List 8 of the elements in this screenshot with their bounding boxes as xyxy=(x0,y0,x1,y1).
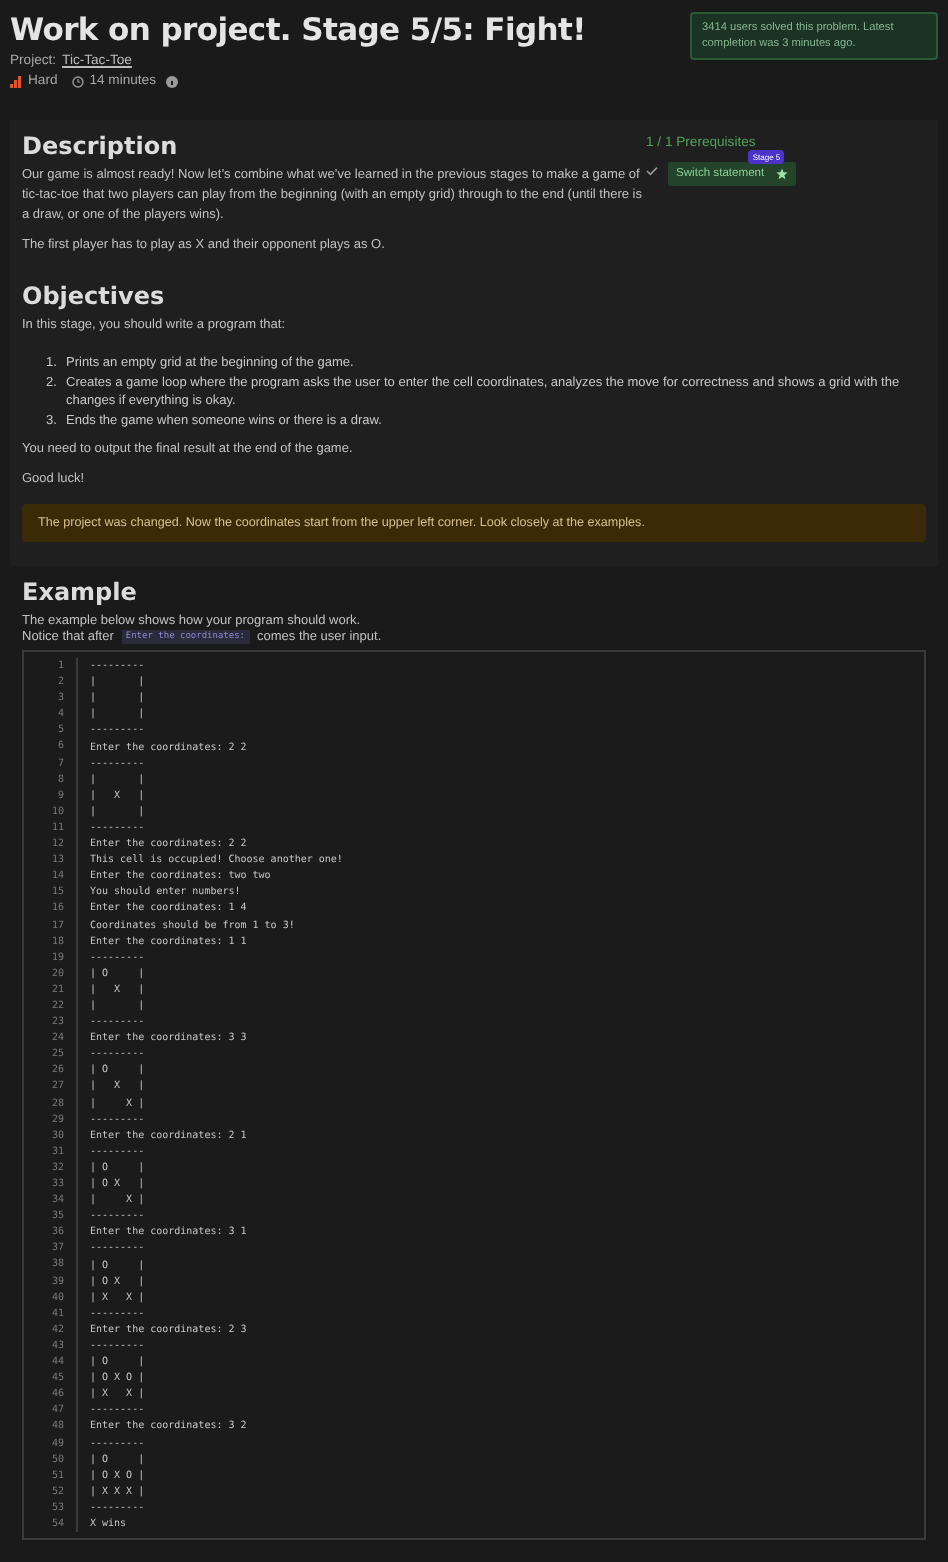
page-title: Work on project. Stage 5/5: Fight! xyxy=(10,12,586,48)
clock-icon xyxy=(71,75,84,87)
section-heading: Example xyxy=(22,578,139,606)
help-icon[interactable] xyxy=(165,75,178,87)
section-heading: Objectives xyxy=(22,282,167,310)
difficulty-icon xyxy=(10,75,22,87)
star-icon xyxy=(776,168,789,180)
section-heading: Description xyxy=(22,132,180,160)
